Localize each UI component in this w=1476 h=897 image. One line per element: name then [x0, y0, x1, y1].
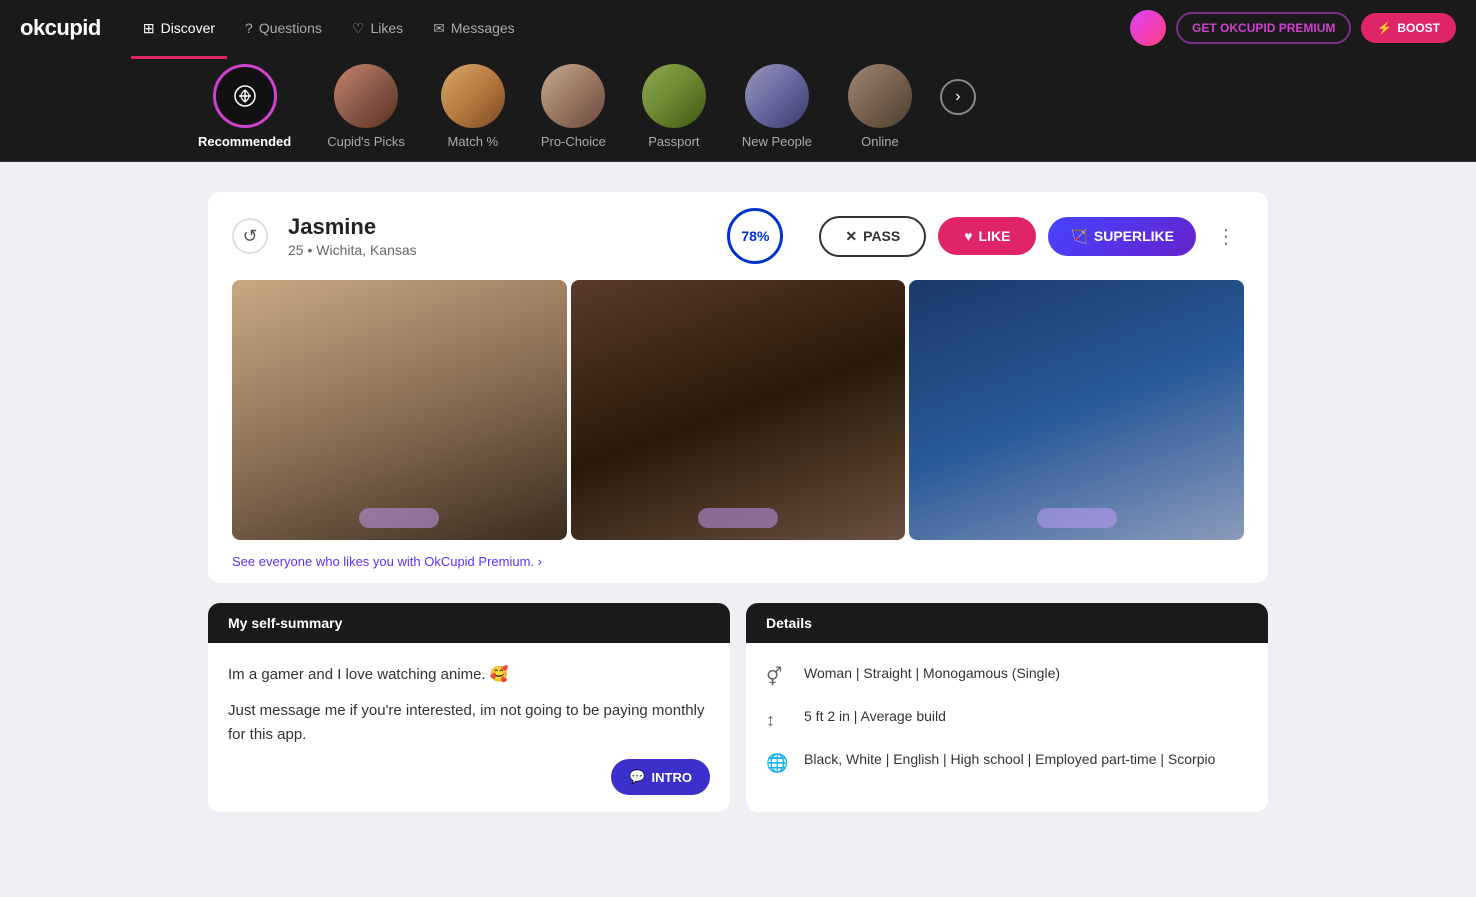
summary-text-2: Just message me if you're interested, im… [228, 699, 710, 747]
logo: okcupid [20, 15, 101, 41]
profile-age-location: 25 • Wichita, Kansas [288, 242, 711, 258]
pass-button[interactable]: ✕ PASS [819, 216, 926, 257]
photo-blur-1 [359, 508, 439, 528]
height-icon: ↕ [766, 707, 790, 731]
cat-label-newpeople: New People [742, 134, 812, 149]
self-summary-card: My self-summary Im a gamer and I love wa… [208, 603, 730, 812]
undo-button[interactable]: ↺ [232, 218, 268, 254]
boost-icon: ⚡ [1377, 21, 1392, 35]
x-icon: ✕ [845, 228, 857, 245]
match-thumb [441, 64, 505, 128]
nav-discover[interactable]: ⊞ Discover [131, 12, 227, 45]
globe-icon: 🌐 [766, 750, 790, 774]
cat-cupids-picks[interactable]: Cupid's Picks [309, 64, 423, 149]
photo-3[interactable] [909, 280, 1244, 540]
category-bar: Recommended Cupid's Picks Match % Pro-Ch… [0, 56, 1476, 162]
like-button[interactable]: ♥ LIKE [938, 217, 1036, 255]
detail-row-1: ⚥ Woman | Straight | Monogamous (Single) [766, 663, 1248, 688]
premium-button[interactable]: GET OKCUPID PREMIUM [1176, 12, 1351, 44]
pro-choice-thumb [541, 64, 605, 128]
cat-pro-choice[interactable]: Pro-Choice [523, 64, 624, 149]
nav-likes[interactable]: ♡ Likes [340, 12, 415, 45]
cat-new-people[interactable]: New People [724, 64, 830, 149]
cat-label-prochoice: Pro-Choice [541, 134, 606, 149]
detail-text-1: Woman | Straight | Monogamous (Single) [804, 663, 1060, 684]
cat-label-passport: Passport [648, 134, 699, 149]
detail-text-3: Black, White | English | High school | E… [804, 749, 1215, 770]
details-header: Details [746, 603, 1268, 643]
person-icon: ⚥ [766, 664, 790, 688]
nav-right: GET OKCUPID PREMIUM ⚡ BOOST [1130, 10, 1456, 46]
superlike-icon: 🏹 [1070, 228, 1087, 245]
heart-icon: ♡ [352, 20, 365, 37]
online-thumb [848, 64, 912, 128]
profile-name: Jasmine [288, 214, 711, 240]
grid-icon: ⊞ [143, 20, 155, 37]
recommended-thumb [213, 64, 277, 128]
passport-thumb [642, 64, 706, 128]
cat-match[interactable]: Match % [423, 64, 523, 149]
profile-name-block: Jasmine 25 • Wichita, Kansas [288, 214, 711, 258]
intro-button[interactable]: 💬 INTRO [611, 759, 710, 795]
boost-button[interactable]: ⚡ BOOST [1361, 13, 1456, 43]
cat-passport[interactable]: Passport [624, 64, 724, 149]
next-button[interactable]: › [940, 79, 976, 115]
photo-blur-3 [1037, 508, 1117, 528]
match-percentage: 78% [727, 208, 783, 264]
profile-card: ↺ Jasmine 25 • Wichita, Kansas 78% ✕ PAS… [208, 192, 1268, 583]
detail-text-2: 5 ft 2 in | Average build [804, 706, 946, 727]
action-buttons: ✕ PASS ♥ LIKE 🏹 SUPERLIKE ⋮ [819, 216, 1244, 257]
nav-questions[interactable]: ? Questions [233, 12, 334, 45]
photo-2[interactable] [571, 280, 906, 540]
cat-recommended[interactable]: Recommended [180, 64, 309, 149]
photo-grid [208, 280, 1268, 540]
profile-header: ↺ Jasmine 25 • Wichita, Kansas 78% ✕ PAS… [208, 192, 1268, 280]
premium-prompt[interactable]: See everyone who likes you with OkCupid … [208, 540, 1268, 583]
cat-label-match: Match % [448, 134, 499, 149]
details-body: ⚥ Woman | Straight | Monogamous (Single)… [746, 643, 1268, 812]
intro-icon: 💬 [629, 769, 645, 785]
self-summary-header: My self-summary [208, 603, 730, 643]
superlike-button[interactable]: 🏹 SUPERLIKE [1048, 217, 1196, 256]
question-icon: ? [245, 20, 253, 36]
nav-messages[interactable]: ✉ Messages [421, 12, 527, 45]
new-people-thumb [745, 64, 809, 128]
navbar: okcupid ⊞ Discover ? Questions ♡ Likes ✉… [0, 0, 1476, 56]
cat-label-recommended: Recommended [198, 134, 291, 149]
detail-row-3: 🌐 Black, White | English | High school |… [766, 749, 1248, 774]
photo-blur-2 [698, 508, 778, 528]
more-options-button[interactable]: ⋮ [1208, 220, 1244, 253]
photo-1[interactable] [232, 280, 567, 540]
self-summary-body: Im a gamer and I love watching anime. 🥰 … [208, 643, 730, 779]
heart-icon: ♥ [964, 228, 972, 244]
cupids-picks-thumb [334, 64, 398, 128]
details-card: Details ⚥ Woman | Straight | Monogamous … [746, 603, 1268, 812]
nav-items: ⊞ Discover ? Questions ♡ Likes ✉ Message… [131, 12, 1130, 45]
avatar[interactable] [1130, 10, 1166, 46]
message-icon: ✉ [433, 20, 445, 37]
cat-label-cupids: Cupid's Picks [327, 134, 405, 149]
bottom-grid: My self-summary Im a gamer and I love wa… [208, 603, 1268, 812]
detail-row-2: ↕ 5 ft 2 in | Average build [766, 706, 1248, 731]
cat-online[interactable]: Online [830, 64, 930, 149]
main-content: ↺ Jasmine 25 • Wichita, Kansas 78% ✕ PAS… [188, 192, 1288, 812]
cat-label-online: Online [861, 134, 899, 149]
summary-text-1: Im a gamer and I love watching anime. 🥰 [228, 663, 710, 687]
